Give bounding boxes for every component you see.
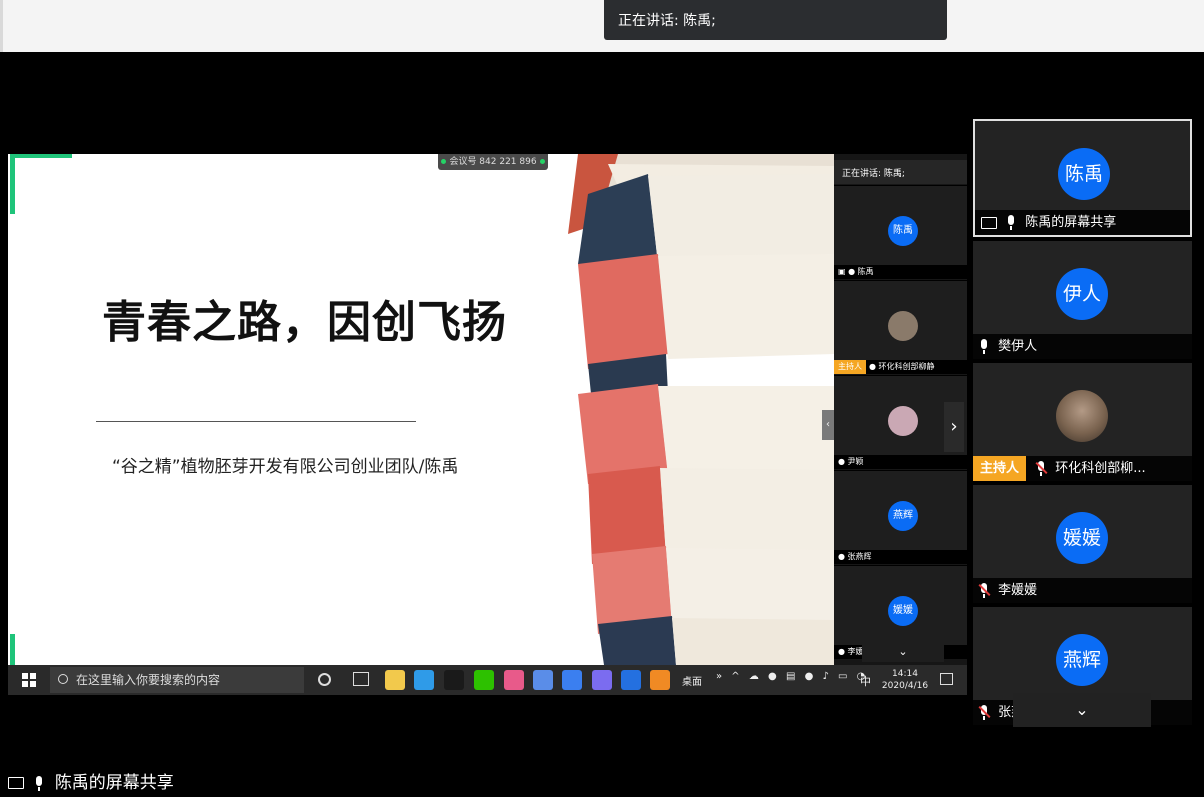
mini-photo [888, 406, 918, 436]
participant-tile[interactable]: 媛媛 李媛媛 [973, 485, 1192, 603]
edge-icon[interactable] [414, 670, 434, 690]
desktop-toolbar[interactable]: 桌面 [682, 673, 702, 688]
share-source-text: 陈禹的屏幕共享 [54, 773, 174, 793]
mini-label: ● 尹颖 [834, 455, 967, 469]
file-explorer-icon[interactable] [385, 670, 405, 690]
clock-date: 2020/4/16 [881, 681, 929, 691]
search-icon [58, 674, 68, 684]
mini-label: ▣ ● 陈禹 [834, 265, 967, 279]
mini-label: ● 张燕辉 [834, 550, 967, 564]
meeting-id-text: 会议号 842 221 896 [449, 157, 537, 167]
mic-muted-icon [1035, 461, 1048, 476]
avatar: 陈禹 [1058, 148, 1110, 200]
qq-icon[interactable] [444, 670, 464, 690]
meeting-window: 正在讲话: 陈禹; 青春之路，因创飞扬 “谷之精”植物胚芽开发有限公司创业团队/… [0, 0, 1204, 797]
wps-icon[interactable] [562, 670, 582, 690]
slide-divider [96, 421, 416, 422]
app-blue-icon[interactable] [621, 670, 641, 690]
participant-tile[interactable]: 主持人 环化科创部柳... [973, 363, 1192, 481]
slide-subtitle: “谷之精”植物胚芽开发有限公司创业团队/陈禹 [112, 457, 459, 477]
mini-label-text: 尹颖 [847, 457, 864, 466]
expand-down-icon[interactable]: ⌄ [1013, 693, 1151, 727]
mic-icon [979, 339, 989, 354]
mini-label-text: 张燕辉 [847, 552, 872, 561]
avatar: 媛媛 [1056, 512, 1108, 564]
taskbar-search-input[interactable]: 在这里输入你要搜索的内容 [50, 667, 304, 693]
status-dot-icon [441, 159, 447, 164]
slide-accent-left [10, 154, 15, 214]
mic-muted-icon [978, 583, 991, 598]
participant-name: 樊伊人 [998, 339, 1038, 354]
mini-label: 主持人 ● 环化科创部柳静 [834, 360, 967, 374]
wechat-icon[interactable] [474, 670, 494, 690]
slide-accent-bottom [10, 634, 15, 665]
mini-speaking-bar: 正在讲话: 陈禹; [834, 160, 967, 184]
mini-label-text: 陈禹 [857, 267, 874, 276]
clock-time: 14:14 [892, 669, 918, 679]
mini-expand-down-icon[interactable]: ⌄ [862, 642, 944, 662]
notification-icon[interactable] [940, 673, 953, 685]
presentation-slide: 青春之路，因创飞扬 “谷之精”植物胚芽开发有限公司创业团队/陈禹 会议号 842… [8, 154, 834, 665]
mini-participant-panel: 正在讲话: 陈禹; 陈禹 ▣ ● 陈禹 主持人 ● 环化科创部柳静 ● 尹颖 燕辉… [822, 154, 967, 665]
windows-start-icon[interactable] [22, 673, 36, 687]
mini-next-arrow-icon[interactable]: › [944, 402, 964, 452]
mini-avatar: 燕辉 [888, 501, 918, 531]
bilibili-icon[interactable] [504, 670, 524, 690]
slide-accent-top [10, 154, 72, 158]
participant-name: 陈禹的屏幕共享 [1025, 215, 1117, 230]
slide-title: 青春之路，因创飞扬 [102, 297, 507, 348]
status-dot-icon [539, 159, 545, 164]
app-purple-icon[interactable] [592, 670, 612, 690]
tile-label: 樊伊人 [973, 334, 1192, 359]
mic-muted-icon [978, 705, 991, 720]
participant-tile[interactable]: 陈禹 陈禹的屏幕共享 [973, 119, 1192, 237]
host-badge: 主持人 [973, 456, 1027, 481]
avatar: 燕辉 [1056, 634, 1108, 686]
taskbar-clock[interactable]: 14:14 2020/4/16 [880, 668, 930, 692]
participant-tile[interactable]: 伊人 樊伊人 [973, 241, 1192, 359]
screen-share-icon [981, 216, 997, 229]
participant-name: 李媛媛 [998, 583, 1038, 598]
mini-host-badge: 主持人 [834, 360, 866, 374]
task-view-icon[interactable] [353, 672, 369, 686]
participant-name: 环化科创部柳... [1055, 461, 1146, 476]
player-icon[interactable] [650, 670, 670, 690]
mic-icon [1006, 215, 1016, 230]
mic-icon [34, 775, 44, 791]
tray-more-icon[interactable]: » [716, 671, 725, 682]
cortana-icon[interactable] [318, 673, 331, 686]
mini-tile[interactable]: 燕辉 ● 张燕辉 [834, 470, 967, 564]
participant-sidebar: 陈禹 陈禹的屏幕共享 伊人 樊伊人 主持人 环化科创部柳... 媛媛 李媛媛 燕… [973, 119, 1193, 729]
ime-indicator[interactable]: 中 [860, 673, 871, 689]
mini-avatar: 媛媛 [888, 596, 918, 626]
screen-share-icon [8, 777, 24, 789]
mini-photo [888, 311, 918, 341]
mini-prev-arrow-icon[interactable]: ‹ [822, 410, 834, 440]
top-bar [0, 0, 1204, 52]
windows-taskbar: 在这里输入你要搜索的内容 桌面 » ^ ☁ ● ▤ ● ♪ ▭ ◔ 中 14:1… [8, 665, 967, 695]
share-source-label: 陈禹的屏幕共享 [8, 768, 174, 793]
mini-tile[interactable]: 陈禹 ▣ ● 陈禹 [834, 185, 967, 279]
avatar-photo [1056, 390, 1108, 442]
tile-label: 李媛媛 [973, 578, 1192, 603]
mini-label-text: 环化科创部柳静 [878, 362, 935, 371]
tile-label: 主持人 环化科创部柳... [973, 456, 1192, 481]
meeting-id-pill: 会议号 842 221 896 [438, 154, 548, 170]
speaking-toast: 正在讲话: 陈禹; [604, 0, 947, 40]
mini-avatar: 陈禹 [888, 216, 918, 246]
window-edge [0, 0, 3, 52]
avatar: 伊人 [1056, 268, 1108, 320]
search-placeholder: 在这里输入你要搜索的内容 [76, 673, 221, 687]
mini-tile[interactable]: 主持人 ● 环化科创部柳静 [834, 280, 967, 374]
shared-screen[interactable]: 青春之路，因创飞扬 “谷之精”植物胚芽开发有限公司创业团队/陈禹 会议号 842… [8, 154, 967, 695]
tencent-meeting-icon[interactable] [533, 670, 553, 690]
books-illustration [548, 154, 834, 665]
tile-label: 陈禹的屏幕共享 [975, 210, 1190, 235]
system-tray[interactable]: » ^ ☁ ● ▤ ● ♪ ▭ ◔ [716, 671, 868, 682]
